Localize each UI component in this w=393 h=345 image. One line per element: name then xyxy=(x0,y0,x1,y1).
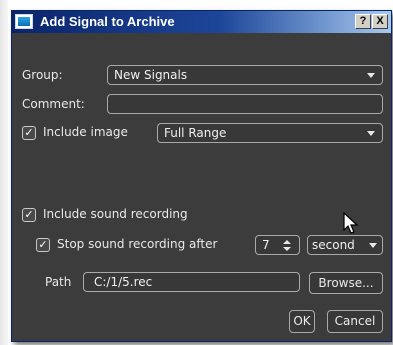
mouse-pointer-icon xyxy=(343,212,359,234)
spinner-down-icon[interactable] xyxy=(283,247,291,251)
checkmark-icon: ✓ xyxy=(24,126,34,139)
group-select[interactable]: New Signals xyxy=(107,65,383,85)
comment-label: Comment: xyxy=(22,97,85,111)
stop-unit-value: second xyxy=(312,238,355,252)
path-label: Path xyxy=(45,275,72,289)
path-field[interactable] xyxy=(83,272,300,292)
stop-after-spinbox[interactable]: 7 xyxy=(255,235,300,255)
app-icon xyxy=(15,14,33,29)
include-sound-label: Include sound recording xyxy=(43,207,188,221)
cancel-button[interactable]: Cancel xyxy=(327,310,383,333)
include-image-checkbox[interactable]: ✓ xyxy=(22,126,36,140)
include-sound-checkbox[interactable]: ✓ xyxy=(22,208,36,222)
include-image-label: Include image xyxy=(43,125,128,139)
stop-sound-checkbox[interactable]: ✓ xyxy=(36,238,50,252)
checkmark-icon: ✓ xyxy=(24,208,34,221)
image-range-select[interactable]: Full Range xyxy=(157,123,383,143)
group-select-value: New Signals xyxy=(114,68,188,82)
dropdown-arrow-icon xyxy=(367,73,375,78)
image-range-value: Full Range xyxy=(164,126,227,140)
stop-unit-select[interactable]: second xyxy=(307,235,383,255)
browse-button[interactable]: Browse... xyxy=(309,272,383,294)
dialog-title: Add Signal to Archive xyxy=(40,14,175,29)
comment-field[interactable] xyxy=(107,94,383,114)
comment-input[interactable] xyxy=(114,95,376,113)
checkmark-icon: ✓ xyxy=(38,238,48,251)
group-label: Group: xyxy=(22,68,63,82)
stop-sound-label: Stop sound recording after xyxy=(57,237,218,251)
spinner-up-icon[interactable] xyxy=(283,240,291,244)
background-window-edge xyxy=(0,0,8,345)
title-bar[interactable]: Add Signal to Archive ? X xyxy=(12,11,391,33)
close-button[interactable]: X xyxy=(372,14,388,29)
add-signal-dialog: Add Signal to Archive ? X Group: New Sig… xyxy=(11,10,392,342)
path-input[interactable] xyxy=(94,273,289,291)
help-button[interactable]: ? xyxy=(355,14,371,29)
ok-button[interactable]: OK xyxy=(289,310,315,333)
dropdown-arrow-icon xyxy=(367,131,375,136)
dropdown-arrow-icon xyxy=(369,243,377,248)
stop-after-value: 7 xyxy=(262,238,270,252)
